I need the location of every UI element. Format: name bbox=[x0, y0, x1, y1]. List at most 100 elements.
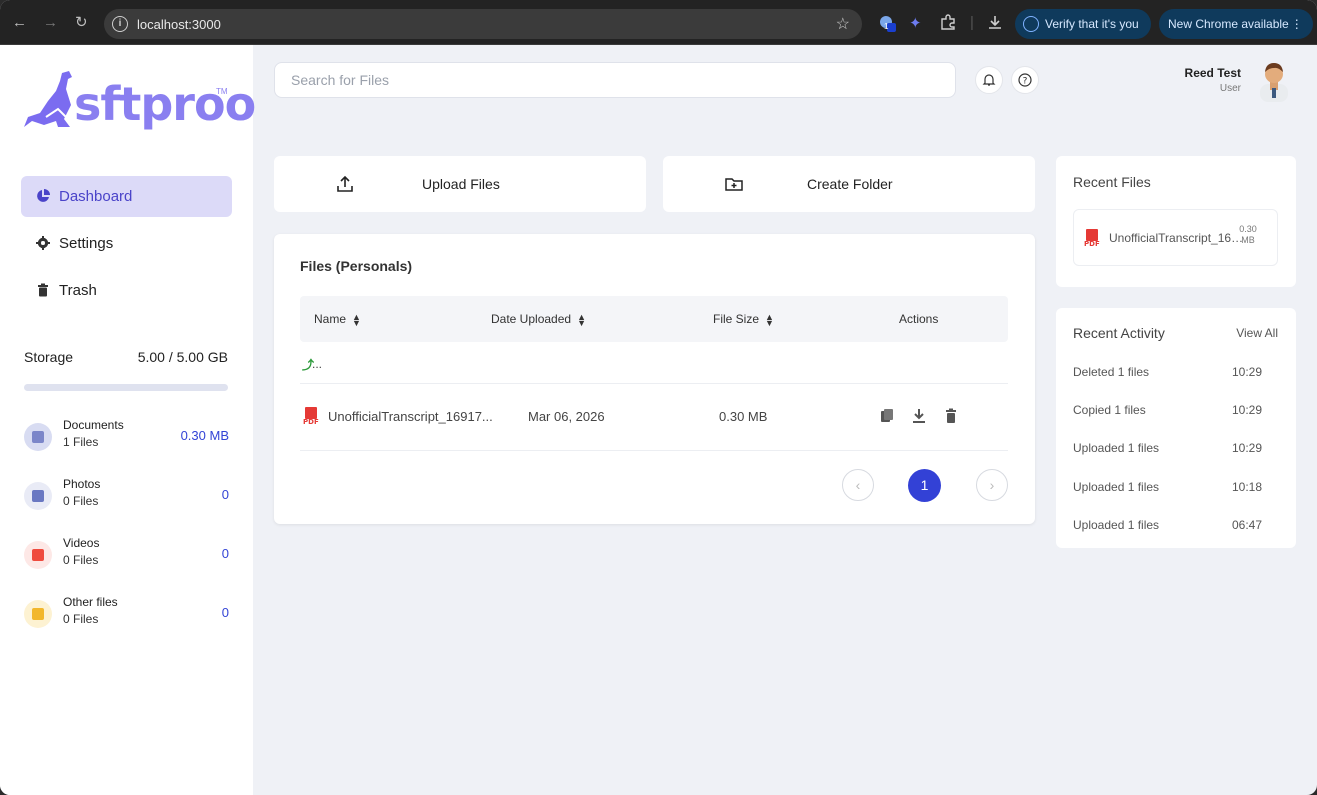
category-name: Videos bbox=[63, 536, 100, 550]
verify-label: Verify that it's you bbox=[1045, 17, 1139, 31]
recent-files-panel: Recent Files PDF UnofficialTranscript_16… bbox=[1056, 156, 1296, 287]
storage-progress-fill bbox=[24, 384, 228, 391]
category-count: 0 Files bbox=[63, 612, 99, 626]
recent-activity-title: Recent Activity bbox=[1073, 325, 1165, 341]
downloads-icon[interactable] bbox=[987, 14, 1003, 34]
pdf-file-icon: PDF bbox=[1084, 229, 1100, 249]
kangaroo-logo-icon bbox=[24, 71, 72, 127]
video-icon bbox=[24, 541, 52, 569]
verify-identity-button[interactable]: Verify that it's you bbox=[1015, 9, 1151, 39]
storage-value: 5.00 / 5.00 GB bbox=[137, 349, 228, 365]
browser-window: ← → ↻ i localhost:3000 ☆ 1 ✦ | Verify th… bbox=[0, 0, 1317, 795]
parent-folder-row[interactable]: ⤴ ... bbox=[300, 342, 1008, 384]
create-folder-label: Create Folder bbox=[807, 176, 893, 192]
category-videos[interactable]: Videos 0 Files 0 bbox=[24, 536, 229, 576]
storage-label: Storage bbox=[24, 349, 74, 365]
copy-icon[interactable] bbox=[878, 407, 896, 425]
update-label: New Chrome available bbox=[1168, 17, 1289, 31]
category-count: 0 Files bbox=[63, 553, 99, 567]
trash-icon bbox=[38, 283, 48, 297]
folder-plus-icon bbox=[725, 178, 743, 191]
file-name[interactable]: UnofficialTranscript_16917... bbox=[328, 409, 493, 424]
column-file-size[interactable]: File Size ▲ ▼ bbox=[713, 312, 774, 327]
recent-file-size: 0.30 MB bbox=[1239, 224, 1257, 245]
category-other-files[interactable]: Other files 0 Files 0 bbox=[24, 595, 229, 635]
file-icon bbox=[24, 600, 52, 628]
page-number-current[interactable]: 1 bbox=[908, 469, 941, 502]
download-icon[interactable] bbox=[910, 407, 928, 425]
upload-icon bbox=[337, 175, 353, 192]
pdf-file-icon: PDF bbox=[303, 407, 319, 427]
delete-icon[interactable] bbox=[942, 407, 960, 425]
extension-icon-2[interactable]: ✦ bbox=[909, 14, 922, 32]
sidebar-item-trash[interactable]: Trash bbox=[21, 270, 232, 311]
activity-item: Uploaded 1 files 10:29 bbox=[1073, 441, 1262, 455]
bell-icon bbox=[982, 74, 996, 86]
category-name: Documents bbox=[63, 418, 124, 432]
category-size: 0 bbox=[221, 605, 229, 620]
site-info-icon[interactable]: i bbox=[112, 16, 128, 32]
avatar[interactable] bbox=[1256, 58, 1292, 102]
kebab-menu-icon[interactable]: ⋮ bbox=[1291, 9, 1303, 39]
create-folder-button[interactable]: Create Folder bbox=[663, 156, 1035, 212]
category-size: 0 bbox=[221, 546, 229, 561]
bookmark-star-icon[interactable]: ☆ bbox=[836, 14, 850, 34]
category-size: 0 bbox=[221, 487, 229, 502]
sidebar-item-settings[interactable]: Settings bbox=[21, 223, 232, 264]
extension-badge: 1 bbox=[884, 22, 889, 31]
search-bar[interactable] bbox=[274, 62, 956, 98]
file-date: Mar 06, 2026 bbox=[528, 409, 605, 424]
category-count: 1 Files bbox=[63, 435, 99, 449]
activity-item: Uploaded 1 files 06:47 bbox=[1073, 518, 1262, 532]
help-button[interactable]: ? bbox=[1011, 66, 1039, 94]
back-icon[interactable]: ← bbox=[12, 14, 27, 32]
upload-files-button[interactable]: Upload Files bbox=[274, 156, 646, 212]
files-panel-title: Files (Personals) bbox=[300, 258, 413, 274]
search-input[interactable] bbox=[291, 72, 931, 88]
sidebar-item-dashboard[interactable]: Dashboard bbox=[21, 176, 232, 217]
category-documents[interactable]: Documents 1 Files 0.30 MB bbox=[24, 418, 229, 458]
category-photos[interactable]: Photos 0 Files 0 bbox=[24, 477, 229, 517]
table-row[interactable]: PDF UnofficialTranscript_16917... Mar 06… bbox=[300, 384, 1008, 451]
column-name[interactable]: Name ▲ ▼ bbox=[314, 312, 361, 327]
url-text[interactable]: localhost:3000 bbox=[137, 17, 221, 32]
activity-item: Copied 1 files 10:29 bbox=[1073, 403, 1262, 417]
pie-chart-icon bbox=[37, 189, 50, 202]
sort-icon[interactable]: ▲ ▼ bbox=[765, 312, 774, 327]
profile-icon bbox=[1023, 16, 1039, 32]
extensions-puzzle-icon[interactable] bbox=[940, 14, 956, 34]
address-bar[interactable]: i localhost:3000 ☆ bbox=[104, 9, 862, 39]
logo-wordmark: sftproo bbox=[74, 77, 256, 131]
reload-icon[interactable]: ↻ bbox=[75, 14, 88, 32]
sidebar: sftproo TM Dashboard Settings Trash Stor… bbox=[0, 45, 256, 795]
parent-folder-label: ... bbox=[312, 357, 323, 371]
svg-text:?: ? bbox=[1023, 77, 1028, 87]
browser-toolbar: ← → ↻ i localhost:3000 ☆ 1 ✦ | Verify th… bbox=[0, 0, 1317, 45]
category-name: Other files bbox=[63, 595, 118, 609]
app-logo[interactable]: sftproo TM bbox=[22, 69, 256, 133]
user-role: User bbox=[1219, 83, 1241, 94]
sidebar-item-label: Dashboard bbox=[59, 188, 133, 205]
next-page-button[interactable]: › bbox=[976, 469, 1008, 501]
files-table-header: Name ▲ ▼ Date Uploaded ▲ ▼ File Size ▲ ▼ Actio… bbox=[300, 296, 1008, 342]
category-name: Photos bbox=[63, 477, 101, 491]
storage-progress-bar bbox=[24, 384, 228, 391]
file-size: 0.30 MB bbox=[719, 409, 768, 424]
forward-icon[interactable]: → bbox=[43, 14, 58, 32]
sidebar-item-label: Settings bbox=[59, 235, 114, 252]
activity-item: Uploaded 1 files 10:18 bbox=[1073, 480, 1262, 494]
upload-files-label: Upload Files bbox=[422, 176, 500, 192]
recent-activity-panel: Recent Activity View All Deleted 1 files… bbox=[1056, 308, 1296, 548]
prev-page-button[interactable]: ‹ bbox=[842, 469, 874, 501]
gear-icon bbox=[36, 236, 50, 250]
notifications-button[interactable] bbox=[975, 66, 1003, 94]
chrome-update-button[interactable]: New Chrome available ⋮ bbox=[1159, 9, 1313, 39]
user-name[interactable]: Reed Test bbox=[1185, 66, 1241, 80]
document-icon bbox=[24, 423, 52, 451]
sort-icon[interactable]: ▲ ▼ bbox=[352, 312, 361, 327]
sort-icon[interactable]: ▲ ▼ bbox=[577, 312, 586, 327]
toolbar-divider: | bbox=[970, 14, 974, 31]
recent-file-item[interactable]: PDF UnofficialTranscript_1691745... 0.30… bbox=[1073, 209, 1278, 266]
column-date-uploaded[interactable]: Date Uploaded ▲ ▼ bbox=[491, 312, 586, 327]
view-all-link[interactable]: View All bbox=[1236, 326, 1278, 340]
